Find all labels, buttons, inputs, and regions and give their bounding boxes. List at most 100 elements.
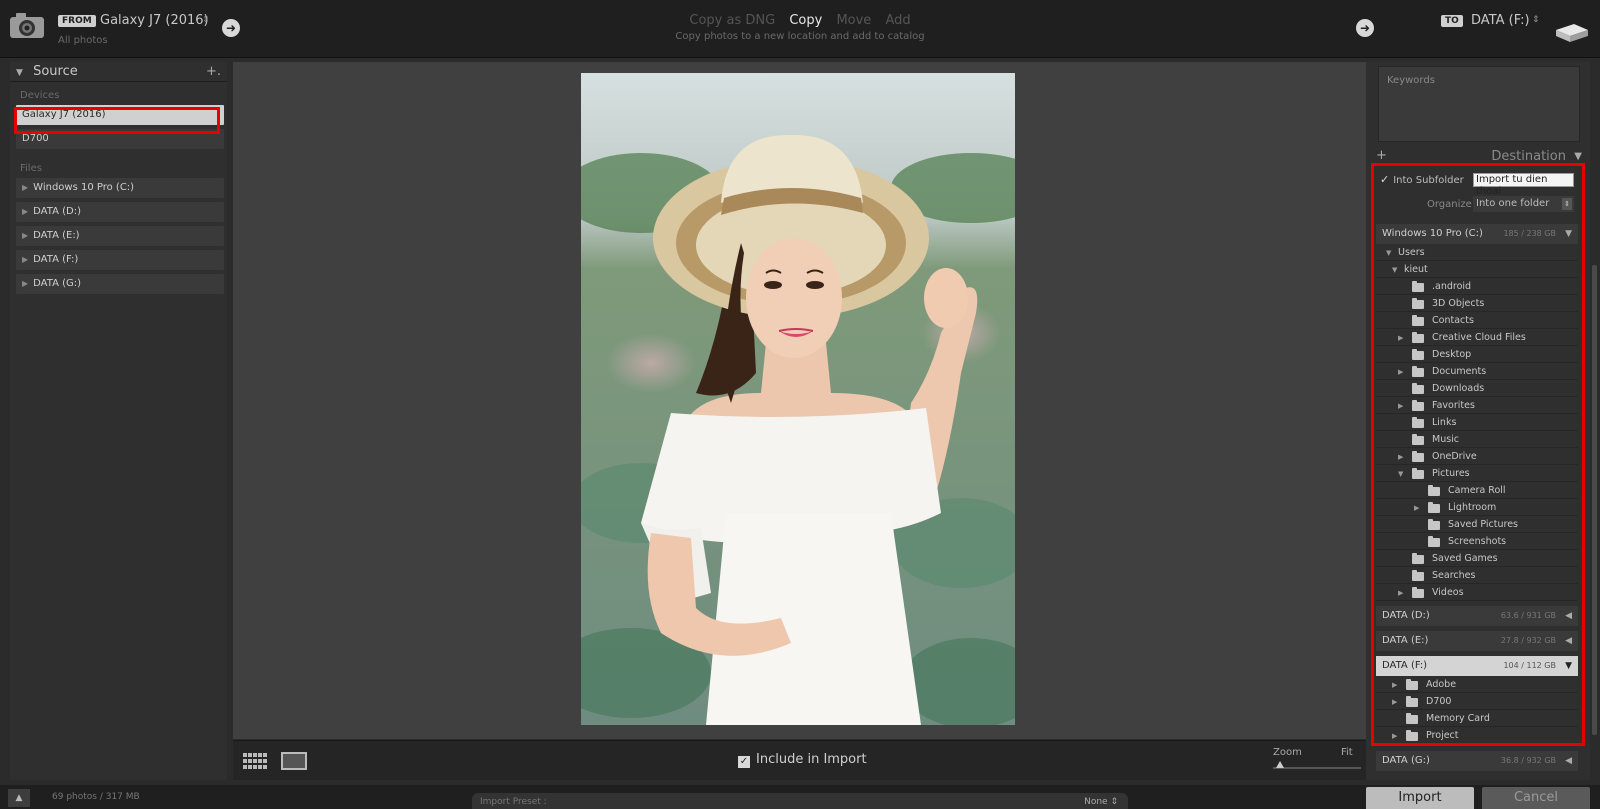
folder-searches[interactable]: Searches <box>1376 568 1578 584</box>
checkmark-icon[interactable]: ✓ <box>738 756 750 768</box>
collapse-triangle-icon[interactable]: ▼ <box>1574 151 1582 162</box>
expand-icon[interactable]: ▶ <box>1392 694 1397 710</box>
folder-3d-objects[interactable]: 3D Objects <box>1376 296 1578 312</box>
collapse-triangle-icon[interactable]: ▼ <box>16 68 23 78</box>
devices-label: Devices <box>20 90 60 101</box>
expand-icon[interactable]: ▶ <box>1398 330 1403 346</box>
expand-icon[interactable]: ▶ <box>22 279 28 288</box>
mode-add[interactable]: Add <box>885 13 910 28</box>
file-drive-f[interactable]: ▶ DATA (F:) <box>16 250 224 270</box>
mode-copy[interactable]: Copy <box>789 13 822 28</box>
grid-view-icon[interactable] <box>243 753 267 769</box>
folder-saved-pictures[interactable]: Saved Pictures <box>1376 517 1578 533</box>
zoom-slider-track[interactable] <box>1273 767 1361 769</box>
from-device-selector[interactable]: Galaxy J7 (2016) <box>100 13 209 28</box>
cancel-button[interactable]: Cancel <box>1482 787 1590 809</box>
folder-screenshots[interactable]: Screenshots <box>1376 534 1578 550</box>
preset-select[interactable]: None ⇕ <box>1084 797 1118 807</box>
expanded-icon[interactable]: ▼ <box>1392 262 1397 278</box>
source-title: Source <box>33 64 78 79</box>
add-source-icon[interactable]: +. <box>206 62 221 82</box>
photo-preview[interactable] <box>581 73 1015 725</box>
folder-onedrive[interactable]: ▶ OneDrive <box>1376 449 1578 465</box>
from-device-dropdown-icon[interactable]: ⇕ <box>202 15 210 25</box>
folder-icon <box>1412 349 1424 360</box>
expand-icon[interactable]: ▶ <box>1398 364 1403 380</box>
expand-icon[interactable]: ▶ <box>1398 398 1403 414</box>
destination-scrollbar[interactable] <box>1592 265 1597 735</box>
keywords-field[interactable]: Keywords <box>1378 66 1580 142</box>
into-subfolder-checkbox[interactable]: ✓ Into Subfolder <box>1380 173 1464 186</box>
mode-move[interactable]: Move <box>836 13 871 28</box>
folder-videos[interactable]: ▶ Videos <box>1376 585 1578 601</box>
file-drive-d[interactable]: ▶ DATA (D:) <box>16 202 224 222</box>
file-drive-e[interactable]: ▶ DATA (E:) <box>16 226 224 246</box>
expanded-icon[interactable]: ▼ <box>1398 466 1403 482</box>
collapsed-triangle-icon[interactable]: ◀ <box>1565 631 1572 651</box>
folder-downloads[interactable]: Downloads <box>1376 381 1578 397</box>
collapsed-triangle-icon[interactable]: ◀ <box>1565 606 1572 626</box>
include-in-import-checkbox[interactable]: ✓ Include in Import <box>738 752 867 768</box>
expand-icon[interactable]: ▶ <box>22 255 28 264</box>
folder-favorites[interactable]: ▶ Favorites <box>1376 398 1578 414</box>
destination-header[interactable]: + Destination ▼ <box>1366 146 1590 166</box>
mode-copy-as-dng[interactable]: Copy as DNG <box>689 13 775 28</box>
fit-label[interactable]: Fit <box>1341 747 1353 758</box>
loupe-view-icon[interactable] <box>281 752 307 770</box>
expand-icon[interactable]: ▶ <box>1392 728 1397 744</box>
drive-d[interactable]: DATA (D:) 63.6 / 931 GB ◀ <box>1376 606 1578 626</box>
zoom-slider-thumb[interactable] <box>1276 761 1284 768</box>
expanded-icon[interactable]: ▼ <box>1386 245 1391 261</box>
updown-arrow-icon[interactable]: ⇕ <box>1562 198 1572 210</box>
folder-users[interactable]: ▼ Users <box>1376 245 1578 261</box>
folder-creative-cloud[interactable]: ▶ Creative Cloud Files <box>1376 330 1578 346</box>
import-preset-bar[interactable]: Import Preset : None ⇕ <box>472 793 1128 809</box>
add-destination-icon[interactable]: + <box>1376 148 1387 163</box>
expand-icon[interactable]: ▶ <box>1398 585 1403 601</box>
import-button[interactable]: Import <box>1366 787 1474 809</box>
file-drive-c[interactable]: ▶ Windows 10 Pro (C:) <box>16 178 224 198</box>
checkmark-icon[interactable]: ✓ <box>1380 173 1389 186</box>
folder-icon <box>1412 332 1424 343</box>
expanded-triangle-icon[interactable]: ▼ <box>1565 656 1572 676</box>
folder-adobe[interactable]: ▶ Adobe <box>1376 677 1578 693</box>
expand-icon[interactable]: ▶ <box>1414 500 1419 516</box>
source-panel-header[interactable]: ▼ Source +. <box>10 62 227 82</box>
folder-desktop[interactable]: Desktop <box>1376 347 1578 363</box>
to-drive-dropdown-icon[interactable]: ⇕ <box>1532 15 1540 25</box>
subfolder-name-input[interactable]: Import tu dien thoai <box>1473 173 1574 197</box>
collapse-triangle-icon[interactable]: ▼ <box>1565 224 1572 244</box>
collapsed-triangle-icon[interactable]: ◀ <box>1565 751 1572 771</box>
drive-f[interactable]: DATA (F:) 104 / 112 GB ▼ <box>1376 656 1578 676</box>
drive-e[interactable]: DATA (E:) 27.8 / 932 GB ◀ <box>1376 631 1578 651</box>
camera-icon[interactable] <box>8 10 46 40</box>
device-galaxy-j7[interactable]: Galaxy J7 (2016) <box>16 105 224 125</box>
expand-icon[interactable]: ▶ <box>22 183 28 192</box>
folder-project[interactable]: ▶ Project <box>1376 728 1578 744</box>
expand-icon[interactable]: ▶ <box>1398 449 1403 465</box>
collapse-button[interactable]: ▲ <box>8 789 30 807</box>
folder-label: Contacts <box>1432 315 1474 326</box>
expand-icon[interactable]: ▶ <box>22 207 28 216</box>
file-drive-g[interactable]: ▶ DATA (G:) <box>16 274 224 294</box>
folder-kieut[interactable]: ▼ kieut <box>1376 262 1578 278</box>
folder-documents[interactable]: ▶ Documents <box>1376 364 1578 380</box>
expand-icon[interactable]: ▶ <box>22 231 28 240</box>
folder-d700[interactable]: ▶ D700 <box>1376 694 1578 710</box>
folder-memory-card[interactable]: Memory Card <box>1376 711 1578 727</box>
organize-select[interactable]: Into one folder ⇕ <box>1473 196 1574 212</box>
folder-links[interactable]: Links <box>1376 415 1578 431</box>
folder-lightroom[interactable]: ▶ Lightroom <box>1376 500 1578 516</box>
folder-contacts[interactable]: Contacts <box>1376 313 1578 329</box>
drive-c[interactable]: Windows 10 Pro (C:) 185 / 238 GB ▼ <box>1376 224 1578 244</box>
folder-android[interactable]: .android <box>1376 279 1578 295</box>
folder-pictures[interactable]: ▼ Pictures <box>1376 466 1578 482</box>
folder-saved-games[interactable]: Saved Games <box>1376 551 1578 567</box>
folder-music[interactable]: Music <box>1376 432 1578 448</box>
expand-icon[interactable]: ▶ <box>1392 677 1397 693</box>
to-drive-selector[interactable]: DATA (F:) <box>1471 13 1530 28</box>
folder-camera-roll[interactable]: Camera Roll <box>1376 483 1578 499</box>
device-d700[interactable]: D700 <box>16 129 224 149</box>
drive-size: 63.6 / 931 GB <box>1500 611 1556 620</box>
drive-g[interactable]: DATA (G:) 36.8 / 932 GB ◀ <box>1376 751 1578 771</box>
